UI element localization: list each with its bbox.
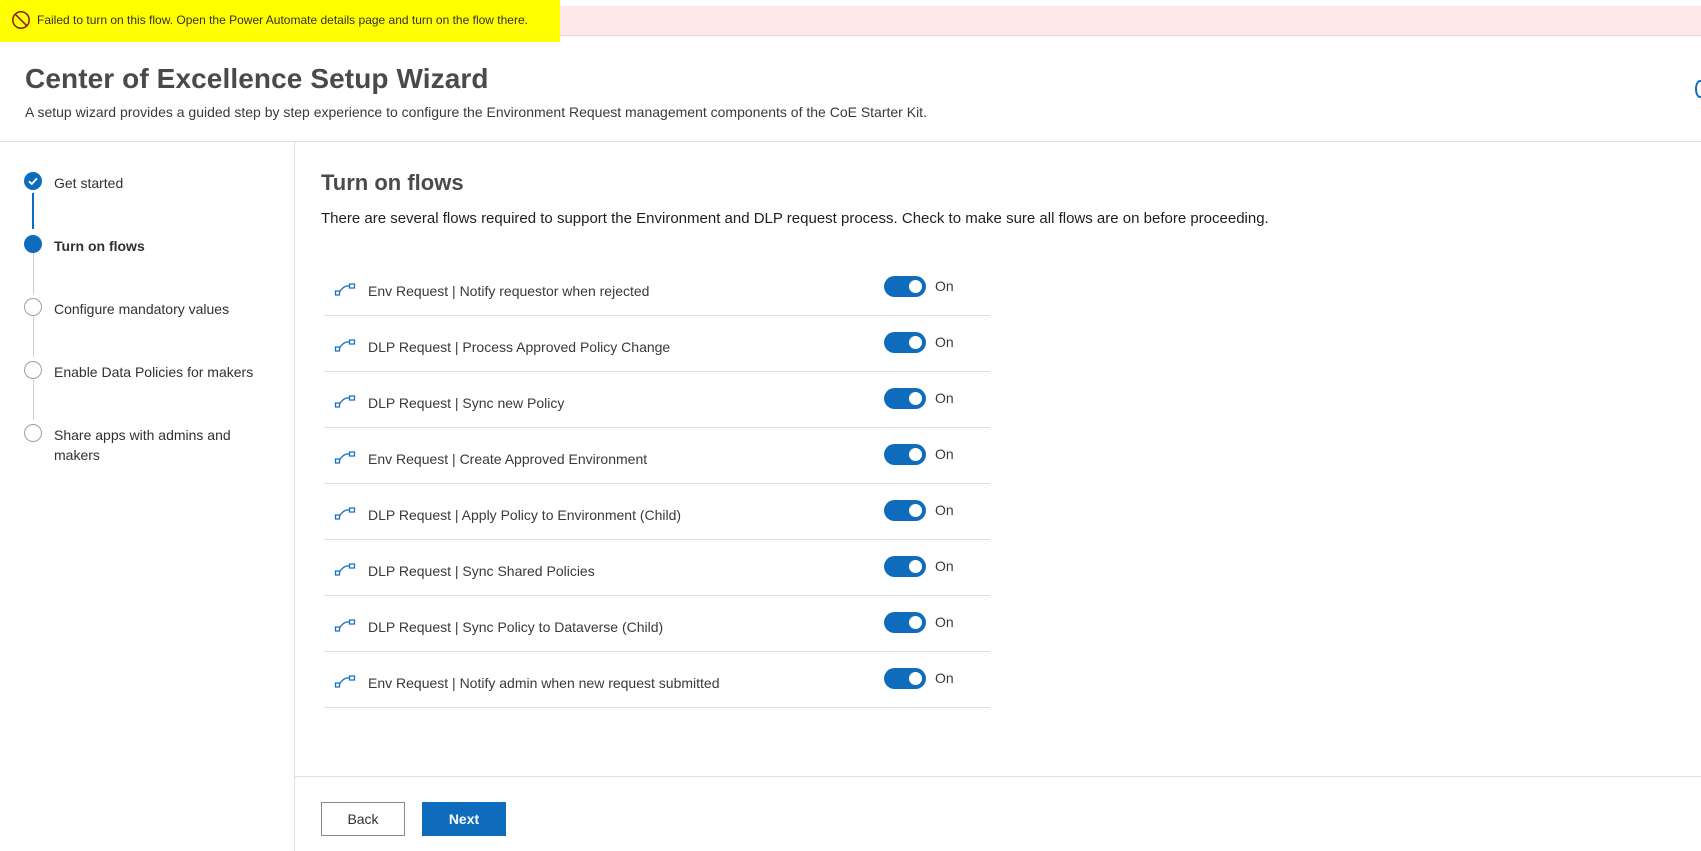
flow-icon bbox=[334, 675, 356, 688]
toggle-knob bbox=[909, 504, 922, 517]
flow-row: DLP Request | Sync Shared Policies On bbox=[324, 540, 990, 596]
sidebar-divider bbox=[294, 142, 295, 851]
flow-name[interactable]: Env Request | Notify requestor when reje… bbox=[368, 283, 649, 299]
flow-row: DLP Request | Sync new Policy On bbox=[324, 372, 990, 428]
flow-row: Env Request | Notify admin when new requ… bbox=[324, 652, 990, 708]
flow-icon bbox=[334, 451, 356, 464]
flow-name[interactable]: Env Request | Create Approved Environmen… bbox=[368, 451, 647, 467]
toggle-knob bbox=[909, 336, 922, 349]
toggle-label: On bbox=[935, 390, 954, 406]
flow-toggle[interactable] bbox=[884, 500, 926, 521]
flow-icon bbox=[334, 507, 356, 520]
step-connector bbox=[32, 193, 34, 229]
next-button[interactable]: Next bbox=[422, 802, 506, 836]
toggle-knob bbox=[909, 280, 922, 293]
flow-name[interactable]: DLP Request | Sync Shared Policies bbox=[368, 563, 595, 579]
header-divider bbox=[0, 141, 1701, 142]
flow-toggle[interactable] bbox=[884, 276, 926, 297]
flow-icon bbox=[334, 339, 356, 352]
toggle-label: On bbox=[935, 278, 954, 294]
step-connector bbox=[33, 378, 34, 420]
footer-divider bbox=[295, 776, 1701, 777]
pending-step-icon bbox=[24, 361, 42, 379]
flow-toggle[interactable] bbox=[884, 612, 926, 633]
flow-name[interactable]: Env Request | Notify admin when new requ… bbox=[368, 675, 719, 691]
step-connector bbox=[33, 252, 34, 294]
toggle-knob bbox=[909, 672, 922, 685]
step-label: Get started bbox=[54, 175, 124, 191]
toggle-label: On bbox=[935, 502, 954, 518]
error-message-text: Failed to turn on this flow. Open the Po… bbox=[37, 13, 528, 27]
step-label: Share apps with admins and makers bbox=[54, 427, 231, 463]
section-description: There are several flows required to supp… bbox=[321, 210, 1269, 227]
toggle-label: On bbox=[935, 558, 954, 574]
step-label: Configure mandatory values bbox=[54, 301, 230, 317]
flow-name[interactable]: DLP Request | Sync Policy to Dataverse (… bbox=[368, 619, 663, 635]
toggle-knob bbox=[909, 392, 922, 405]
back-button[interactable]: Back bbox=[321, 802, 405, 836]
toggle-knob bbox=[909, 616, 922, 629]
flow-row: Env Request | Notify requestor when reje… bbox=[324, 260, 990, 316]
flow-icon bbox=[334, 619, 356, 632]
flow-list: Env Request | Notify requestor when reje… bbox=[324, 260, 990, 708]
step-label: Turn on flows bbox=[54, 238, 145, 254]
toggle-knob bbox=[909, 560, 922, 573]
flow-row: DLP Request | Sync Policy to Dataverse (… bbox=[324, 596, 990, 652]
flow-icon bbox=[334, 283, 356, 296]
blocked-icon bbox=[12, 11, 30, 29]
error-message-bar: Failed to turn on this flow. Open the Po… bbox=[0, 0, 1701, 42]
flow-row: DLP Request | Process Approved Policy Ch… bbox=[324, 316, 990, 372]
pending-step-icon bbox=[24, 424, 42, 442]
flow-toggle[interactable] bbox=[884, 556, 926, 577]
current-step-icon bbox=[24, 235, 42, 253]
flow-name[interactable]: DLP Request | Process Approved Policy Ch… bbox=[368, 339, 670, 355]
flow-name[interactable]: DLP Request | Apply Policy to Environmen… bbox=[368, 507, 681, 523]
toggle-label: On bbox=[935, 446, 954, 462]
flow-toggle[interactable] bbox=[884, 332, 926, 353]
checkmark-icon bbox=[24, 172, 42, 190]
flow-row: DLP Request | Apply Policy to Environmen… bbox=[324, 484, 990, 540]
toggle-label: On bbox=[935, 334, 954, 350]
flow-toggle[interactable] bbox=[884, 444, 926, 465]
section-title: Turn on flows bbox=[321, 170, 464, 195]
toggle-label: On bbox=[935, 614, 954, 630]
flow-name[interactable]: DLP Request | Sync new Policy bbox=[368, 395, 564, 411]
pending-step-icon bbox=[24, 298, 42, 316]
toggle-label: On bbox=[935, 670, 954, 686]
step-label: Enable Data Policies for makers bbox=[54, 364, 254, 380]
page-subtitle: A setup wizard provides a guided step by… bbox=[25, 104, 927, 120]
flow-icon bbox=[334, 395, 356, 408]
toggle-knob bbox=[909, 448, 922, 461]
flow-toggle[interactable] bbox=[884, 388, 926, 409]
help-icon[interactable] bbox=[1695, 80, 1701, 98]
flow-row: Env Request | Create Approved Environmen… bbox=[324, 428, 990, 484]
flow-toggle[interactable] bbox=[884, 668, 926, 689]
step-connector bbox=[33, 315, 34, 357]
flow-icon bbox=[334, 563, 356, 576]
page-title: Center of Excellence Setup Wizard bbox=[25, 63, 489, 94]
